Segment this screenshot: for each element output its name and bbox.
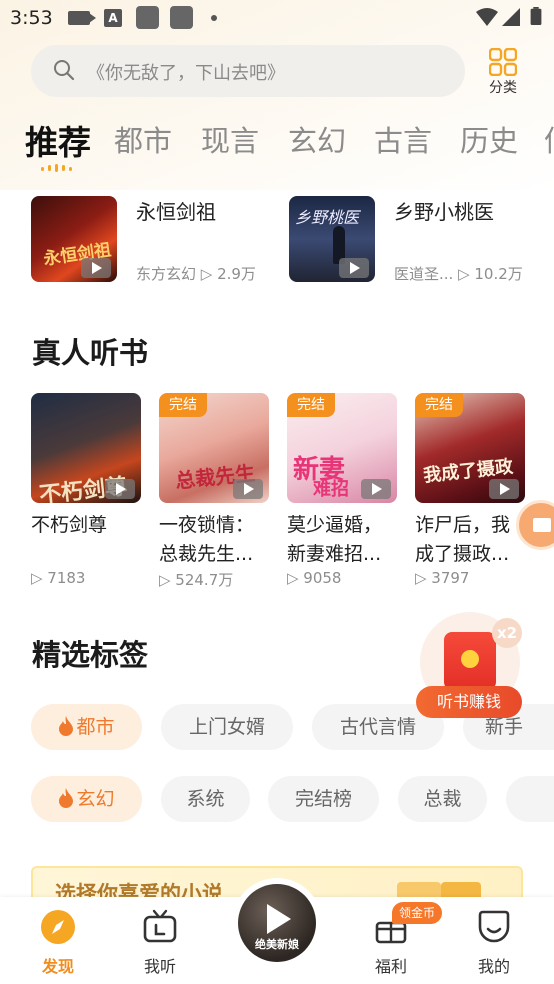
tag-fantasy[interactable]: 玄幻 [31, 776, 142, 822]
profile-face-icon [478, 910, 510, 943]
listen-earn-widget[interactable]: x2 听书赚钱 [416, 612, 522, 720]
play-count: ▷ 9058 [287, 569, 342, 587]
tab-xianxia[interactable]: 仙 [544, 118, 554, 160]
audiobook-cover: 我成了摄政 完结 [415, 393, 525, 503]
tv-icon [143, 909, 177, 943]
coin-icon [461, 650, 479, 668]
listen-earn-label: 听书赚钱 [416, 686, 522, 718]
now-playing-button[interactable]: 绝美新娘 [232, 878, 322, 968]
tag-system[interactable]: 系统 [161, 776, 250, 822]
completed-badge: 完结 [159, 393, 207, 417]
tag-urban[interactable]: 都市 [31, 704, 142, 750]
audiobook-title: 不朽剑尊 [31, 514, 108, 536]
compass-icon [41, 910, 75, 944]
app-notification-icon [170, 6, 193, 29]
tab-modern-romance[interactable]: 现言 [201, 118, 259, 160]
tag-label: 玄幻 [76, 788, 115, 810]
nav-discover[interactable]: 发现 [18, 897, 98, 984]
tag-ceo[interactable]: 总裁 [398, 776, 487, 822]
category-button[interactable]: 分类 [483, 48, 523, 98]
completed-badge: 完结 [415, 393, 463, 417]
more-notifications-icon [211, 15, 217, 21]
play-count: ▷ 7183 [31, 569, 86, 587]
audiobook-cover: 新妻 难招 完结 [287, 393, 397, 503]
video-camera-icon [533, 518, 551, 532]
nav-mine[interactable]: 我的 [454, 897, 534, 984]
claim-coins-badge[interactable]: 领金币 [392, 902, 442, 924]
nav-my-listening[interactable]: 我听 [120, 897, 200, 984]
active-tab-indicator [41, 164, 77, 172]
flame-icon [59, 788, 74, 808]
book-cover: 乡野桃医 [289, 196, 375, 282]
audiobook-title: 莫少逼婚，新妻难招... [287, 514, 383, 565]
tab-recommend[interactable]: 推荐 [25, 116, 91, 164]
play-count: ▷ 524.7万 [159, 571, 234, 589]
signal-icon [502, 8, 520, 26]
video-icon [68, 11, 96, 25]
wifi-icon [476, 8, 498, 26]
nav-label: 福利 [374, 957, 407, 976]
search-icon [54, 60, 75, 81]
now-playing-caption: 绝美新娘 [255, 938, 299, 951]
completed-badge: 完结 [287, 393, 335, 417]
section-title-tags: 精选标签 [32, 638, 149, 672]
book-meta: 医道圣... ▷ 10.2万 [394, 265, 523, 283]
status-bar: 3:53 A [0, 0, 554, 36]
multiplier-badge: x2 [492, 618, 522, 648]
tab-history[interactable]: 历史 [460, 118, 518, 160]
section-title-audiobooks: 真人听书 [32, 336, 149, 370]
search-bar[interactable]: 《你无敌了，下山去吧》 [31, 45, 465, 97]
play-icon [233, 479, 263, 499]
book-title: 乡野小桃医 [394, 200, 494, 224]
app-notification-icon [136, 6, 159, 29]
play-icon [267, 904, 291, 934]
battery-icon [530, 7, 542, 25]
nav-label: 我的 [477, 957, 510, 976]
play-count: ▷ 3797 [415, 569, 470, 587]
book-meta: 东方玄幻 ▷ 2.9万 [136, 265, 256, 283]
flame-icon [59, 716, 74, 736]
tag-completed-list[interactable]: 完结榜 [268, 776, 379, 822]
category-tabs: 推荐 都市 现言 玄幻 古言 历史 仙 [0, 112, 554, 172]
book-cover: 永恒剑祖 [31, 196, 117, 282]
audiobook-title: 一夜锁情：总裁先生... [159, 514, 255, 565]
category-grid-icon [489, 48, 517, 76]
tag-son-in-law[interactable]: 上门女婿 [161, 704, 293, 750]
tag-more[interactable] [506, 776, 554, 822]
book-title: 永恒剑祖 [136, 200, 216, 224]
nav-label: 发现 [41, 957, 74, 976]
search-placeholder: 《你无敌了，下山去吧》 [87, 63, 285, 84]
category-label: 分类 [489, 80, 517, 96]
book-card[interactable]: 乡野桃医 乡野小桃医 医道圣... ▷ 10.2万 [289, 196, 529, 286]
audiobook-cover: 不朽剑尊 [31, 393, 141, 503]
tab-ancient-romance[interactable]: 古言 [374, 118, 432, 160]
tag-label: 都市 [76, 716, 115, 738]
status-time: 3:53 [10, 7, 53, 29]
font-notification-icon: A [104, 9, 122, 27]
book-card[interactable]: 永恒剑祖 永恒剑祖 东方玄幻 ▷ 2.9万 [31, 196, 271, 286]
tab-urban[interactable]: 都市 [114, 118, 172, 160]
play-icon [81, 258, 111, 278]
play-icon [489, 479, 519, 499]
audiobook-cover: 总裁先生 完结 [159, 393, 269, 503]
tab-fantasy[interactable]: 玄幻 [288, 118, 346, 160]
audiobook-title: 诈尸后，我成了摄政... [415, 514, 511, 565]
play-icon [339, 258, 369, 278]
play-icon [105, 479, 135, 499]
nav-label: 我听 [143, 957, 176, 976]
play-icon [361, 479, 391, 499]
